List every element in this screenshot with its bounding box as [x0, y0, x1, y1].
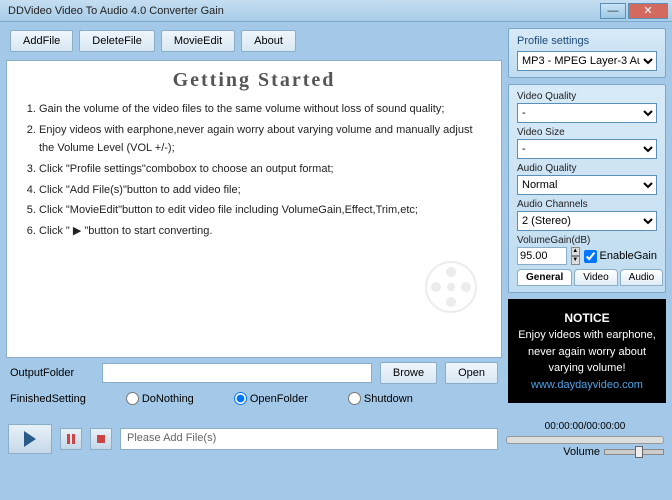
outputfolder-input[interactable]: [102, 363, 372, 383]
tab-general[interactable]: General: [517, 269, 572, 286]
play-button[interactable]: [8, 424, 52, 454]
play-icon: [24, 431, 36, 447]
about-button[interactable]: About: [241, 30, 296, 52]
notice-line1: Enjoy videos with earphone,: [514, 327, 660, 344]
finishedsetting-label: FinishedSetting: [10, 393, 86, 405]
volumegain-input[interactable]: [517, 247, 567, 265]
getting-started-panel: Getting Started Gain the volume of the v…: [6, 60, 502, 358]
notice-line3: varying volume!: [514, 360, 660, 377]
donothing-radio[interactable]: DoNothing: [126, 392, 194, 405]
notice-panel: NOTICE Enjoy videos with earphone, never…: [508, 299, 666, 403]
step-4: Click "Add File(s)"button to add video f…: [39, 181, 487, 200]
close-button[interactable]: ✕: [628, 3, 668, 19]
shutdown-radio[interactable]: Shutdown: [348, 392, 413, 405]
profile-select[interactable]: MP3 - MPEG Layer-3 Audio: [517, 51, 657, 71]
movieedit-button[interactable]: MovieEdit: [161, 30, 235, 52]
heading: Getting Started: [21, 69, 487, 92]
stop-icon: [97, 435, 105, 443]
step-6: Click " ▶ "button to start converting.: [39, 222, 487, 241]
video-quality-label: Video Quality: [517, 91, 657, 102]
audio-channels-select[interactable]: 2 (Stereo): [517, 211, 657, 231]
addfile-button[interactable]: AddFile: [10, 30, 73, 52]
tab-video[interactable]: Video: [574, 269, 617, 286]
pause-button[interactable]: [60, 428, 82, 450]
spin-down-icon[interactable]: ▼: [571, 256, 580, 265]
notice-link[interactable]: www.daydayvideo.com: [514, 377, 660, 394]
audio-quality-select[interactable]: Normal: [517, 175, 657, 195]
audio-quality-label: Audio Quality: [517, 163, 657, 174]
notice-line2: never again worry about: [514, 344, 660, 361]
volume-label: Volume: [563, 446, 600, 458]
step-5: Click "MovieEdit"button to edit video fi…: [39, 201, 487, 220]
time-display: 00:00:00/00:00:00: [506, 419, 664, 434]
step-3: Click "Profile settings"combobox to choo…: [39, 160, 487, 179]
volume-slider[interactable]: [604, 449, 664, 455]
film-reel-icon: [421, 257, 481, 317]
stop-button[interactable]: [90, 428, 112, 450]
progress-bar[interactable]: [506, 436, 664, 444]
tab-audio[interactable]: Audio: [620, 269, 664, 286]
notice-title: NOTICE: [514, 309, 660, 327]
profile-settings-title: Profile settings: [517, 35, 657, 47]
window-title: DDVideo Video To Audio 4.0 Converter Gai…: [4, 5, 598, 17]
minimize-button[interactable]: —: [600, 3, 626, 19]
deletefile-button[interactable]: DeleteFile: [79, 30, 155, 52]
video-size-label: Video Size: [517, 127, 657, 138]
outputfolder-label: OutputFolder: [10, 367, 94, 379]
step-2: Enjoy videos with earphone,never again w…: [39, 121, 487, 158]
browse-button[interactable]: Browe: [380, 362, 437, 384]
status-text: Please Add File(s): [120, 428, 498, 450]
openfolder-radio[interactable]: OpenFolder: [234, 392, 308, 405]
pause-icon: [67, 434, 75, 444]
step-1: Gain the volume of the video files to th…: [39, 100, 487, 119]
spin-up-icon[interactable]: ▲: [571, 247, 580, 256]
audio-channels-label: Audio Channels: [517, 199, 657, 210]
volumegain-label: VolumeGain(dB): [517, 235, 657, 246]
video-quality-select[interactable]: -: [517, 103, 657, 123]
video-size-select[interactable]: -: [517, 139, 657, 159]
enablegain-checkbox[interactable]: EnableGain: [584, 250, 658, 263]
open-button[interactable]: Open: [445, 362, 498, 384]
